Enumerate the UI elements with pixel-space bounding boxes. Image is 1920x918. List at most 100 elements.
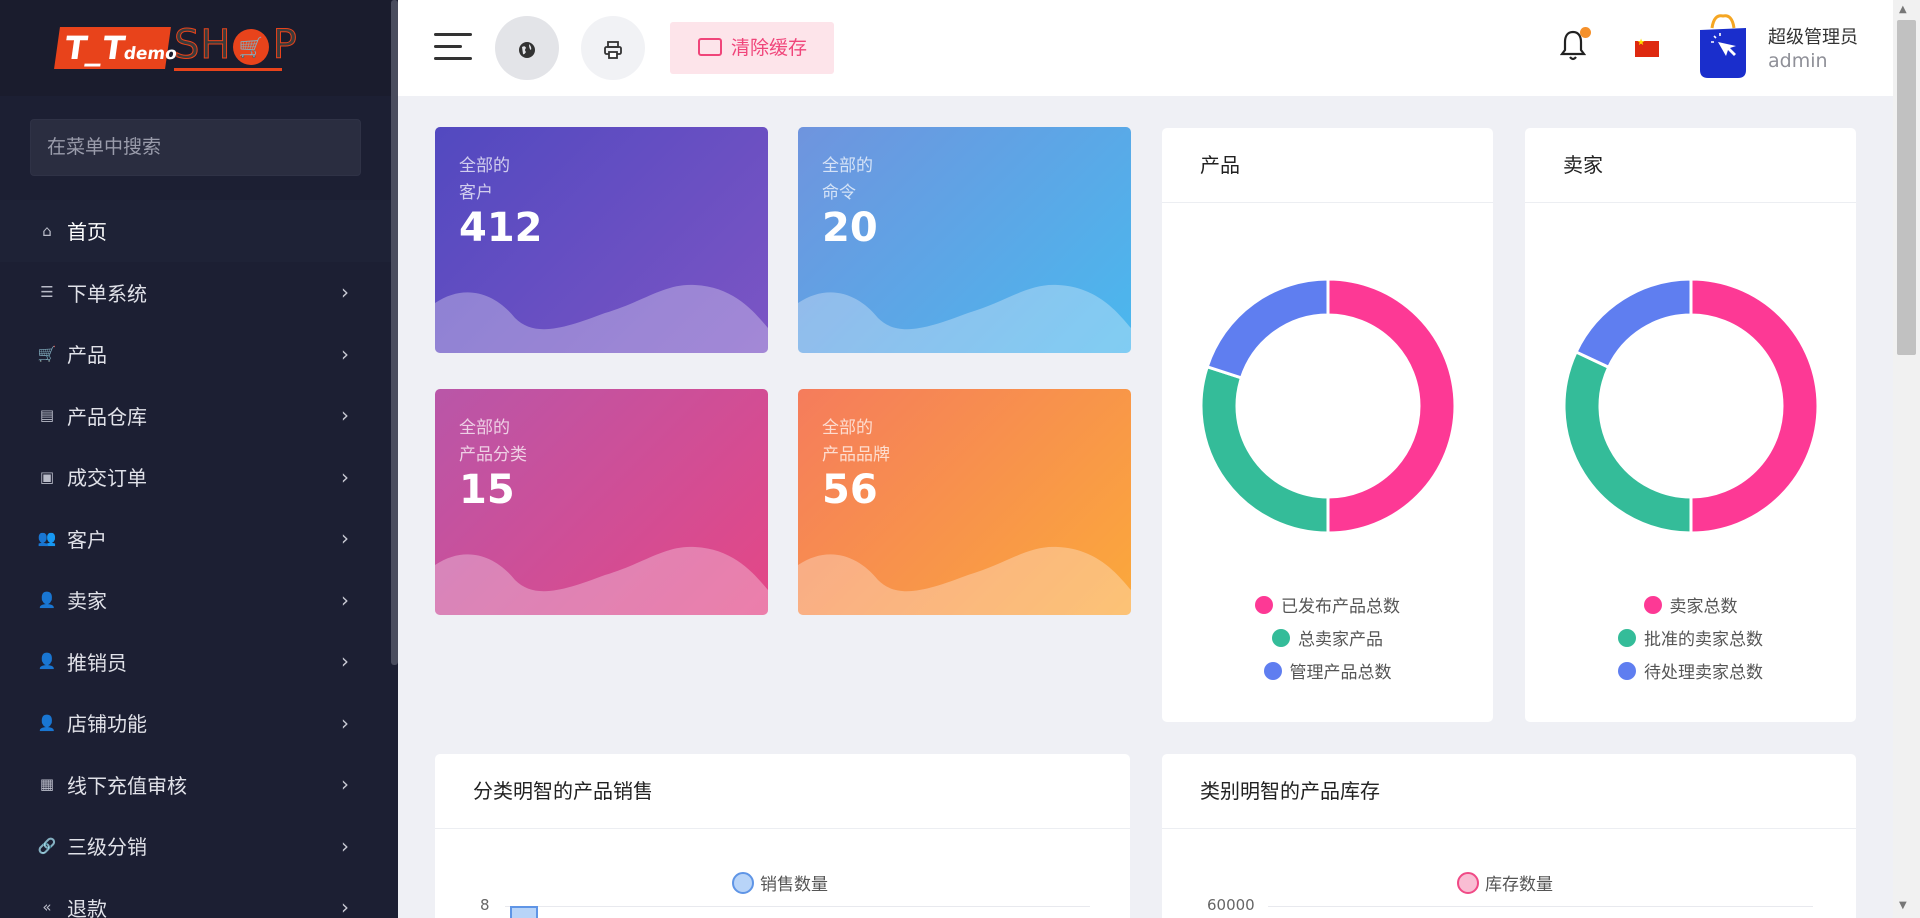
china-flag-icon[interactable] <box>1635 38 1659 57</box>
logo-badge: T_Tdemo <box>54 27 178 69</box>
legend-item[interactable]: 总卖家产品 <box>1162 621 1493 654</box>
hard-drive-icon <box>698 38 722 56</box>
products-legend: 已发布产品总数 总卖家产品 管理产品总数 <box>1162 588 1493 687</box>
sidebar-item-label: 退款 <box>67 896 107 918</box>
logo[interactable]: T_Tdemo SH P 🛒 <box>0 0 391 96</box>
stat-card-customers[interactable]: 全部的 客户 412 <box>435 127 768 353</box>
chevron-right-icon: › <box>341 526 349 551</box>
legend-item[interactable]: 卖家总数 <box>1525 588 1856 621</box>
sidebar-menu: ⌂ 首页 ☰ 下单系统 › 🛒 产品 › ▤ 产品仓库 › ▣ 成交订单 › 👥 客户 › 👤 卖家 › 👤 推销员 › 👤 店… <box>0 200 391 918</box>
refund-icon: « <box>42 898 52 917</box>
stock-grid-line <box>1268 906 1813 907</box>
user-icon: 👤 <box>37 713 57 732</box>
legend-label: 批准的卖家总数 <box>1644 630 1763 650</box>
globe-button[interactable] <box>495 16 559 80</box>
legend-swatch <box>1457 871 1479 894</box>
donut-slice-1[interactable] <box>1564 349 1693 533</box>
donut-slice-1[interactable] <box>1201 364 1330 533</box>
page-scrollbar-thumb[interactable] <box>1897 20 1916 355</box>
sidebar-scrollbar[interactable] <box>391 0 398 665</box>
sidebar-item-4[interactable]: ▣ 成交订单 › <box>0 446 391 508</box>
sidebar-item-label: 客户 <box>67 527 107 552</box>
sales-bar <box>510 906 538 918</box>
panel-title: 卖家 <box>1525 128 1856 203</box>
logo-text-main: T_T <box>62 29 128 67</box>
logo-shop-sh: SH <box>173 22 232 69</box>
chevron-right-icon: › <box>341 403 349 428</box>
chevron-right-icon: › <box>341 464 349 489</box>
legend-label: 卖家总数 <box>1669 597 1738 617</box>
sidebar-item-label: 成交订单 <box>67 466 147 491</box>
sidebar-item-label: 产品仓库 <box>67 404 147 429</box>
sidebar-item-11[interactable]: « 退款 › <box>0 877 391 918</box>
logo-text-small: demo <box>122 44 179 64</box>
warehouse-icon: ▤ <box>39 406 55 425</box>
sellers-donut-chart <box>1564 279 1818 533</box>
stat-wave <box>798 546 1131 615</box>
panel-title: 类别明智的产品库存 <box>1162 754 1856 829</box>
sidebar-item-label: 下单系统 <box>67 281 147 306</box>
chevron-right-icon: › <box>341 649 349 674</box>
donut-slice-0[interactable] <box>1689 279 1818 533</box>
stat-value: 56 <box>822 467 878 513</box>
legend-item[interactable]: 管理产品总数 <box>1162 654 1493 687</box>
stat-label: 全部的 产品分类 <box>459 418 527 465</box>
sidebar-item-2[interactable]: 🛒 产品 › <box>0 323 391 385</box>
stock-y-tick: 60000 <box>1207 896 1255 914</box>
top-header: 清除缓存 超级管理员 admin <box>398 0 1893 96</box>
legend-label: 库存数量 <box>1485 875 1553 895</box>
sidebar-item-label: 卖家 <box>67 589 107 614</box>
money-icon: ▣ <box>39 467 55 486</box>
stat-card-brands[interactable]: 全部的 产品品牌 56 <box>798 389 1131 615</box>
sidebar-item-label: 产品 <box>67 343 107 368</box>
legend-dot <box>1263 661 1282 680</box>
scroll-up-arrow-icon[interactable]: ▲ <box>1899 4 1907 15</box>
menu-toggle-icon[interactable] <box>434 33 472 63</box>
cart-icon: 🛒 <box>233 29 269 65</box>
scroll-down-arrow-icon[interactable]: ▼ <box>1899 900 1907 911</box>
users-icon: 👥 <box>37 529 57 548</box>
sidebar-item-label: 推销员 <box>67 650 127 675</box>
stat-card-categories[interactable]: 全部的 产品分类 15 <box>435 389 768 615</box>
sidebar-item-6[interactable]: 👤 卖家 › <box>0 569 391 631</box>
user-name[interactable]: 超级管理员 <box>1768 23 1858 49</box>
sidebar-item-5[interactable]: 👥 客户 › <box>0 508 391 570</box>
sidebar-item-0[interactable]: ⌂ 首页 <box>0 200 391 262</box>
sidebar-item-3[interactable]: ▤ 产品仓库 › <box>0 385 391 447</box>
products-donut-chart <box>1201 279 1455 533</box>
clear-cache-button[interactable]: 清除缓存 <box>670 22 834 74</box>
print-button[interactable] <box>581 16 645 80</box>
donut-slice-2[interactable] <box>1205 279 1330 380</box>
user-icon: 👤 <box>37 590 57 609</box>
sidebar-item-1[interactable]: ☰ 下单系统 › <box>0 262 391 324</box>
sellers-panel: 卖家 卖家总数批准的卖家总数待处理卖家总数 <box>1525 128 1856 722</box>
menu-search-input[interactable] <box>30 119 361 176</box>
sales-chart-legend[interactable]: 销售数量 <box>732 870 828 895</box>
stock-chart-legend[interactable]: 库存数量 <box>1457 870 1553 895</box>
sellers-legend: 卖家总数批准的卖家总数待处理卖家总数 <box>1525 588 1856 687</box>
legend-item[interactable]: 批准的卖家总数 <box>1525 621 1856 654</box>
donut-slice-2[interactable] <box>1574 279 1693 370</box>
avatar[interactable] <box>1696 14 1750 80</box>
legend-dot <box>1618 628 1636 647</box>
donut-slice-0[interactable] <box>1326 279 1455 533</box>
chevron-right-icon: › <box>341 341 349 366</box>
stat-value: 15 <box>459 467 515 513</box>
globe-icon <box>519 41 535 58</box>
sidebar-item-7[interactable]: 👤 推销员 › <box>0 631 391 693</box>
stat-label: 全部的 命令 <box>822 156 873 203</box>
printer-icon <box>604 40 622 59</box>
panel-title: 分类明智的产品销售 <box>435 754 1130 829</box>
logo-shop-p: P <box>272 22 298 69</box>
stat-card-orders[interactable]: 全部的 命令 20 <box>798 127 1131 353</box>
legend-item[interactable]: 待处理卖家总数 <box>1525 654 1856 687</box>
sidebar-item-9[interactable]: ▦ 线下充值审核 › <box>0 754 391 816</box>
stat-label: 全部的 客户 <box>459 156 510 203</box>
sidebar-item-10[interactable]: 🔗 三级分销 › <box>0 815 391 877</box>
sidebar-item-8[interactable]: 👤 店铺功能 › <box>0 692 391 754</box>
sales-y-tick: 8 <box>480 896 490 914</box>
legend-label: 销售数量 <box>760 875 828 895</box>
cart-icon: 🛒 <box>37 344 57 363</box>
legend-item[interactable]: 已发布产品总数 <box>1162 588 1493 621</box>
chevron-right-icon: › <box>341 280 349 305</box>
